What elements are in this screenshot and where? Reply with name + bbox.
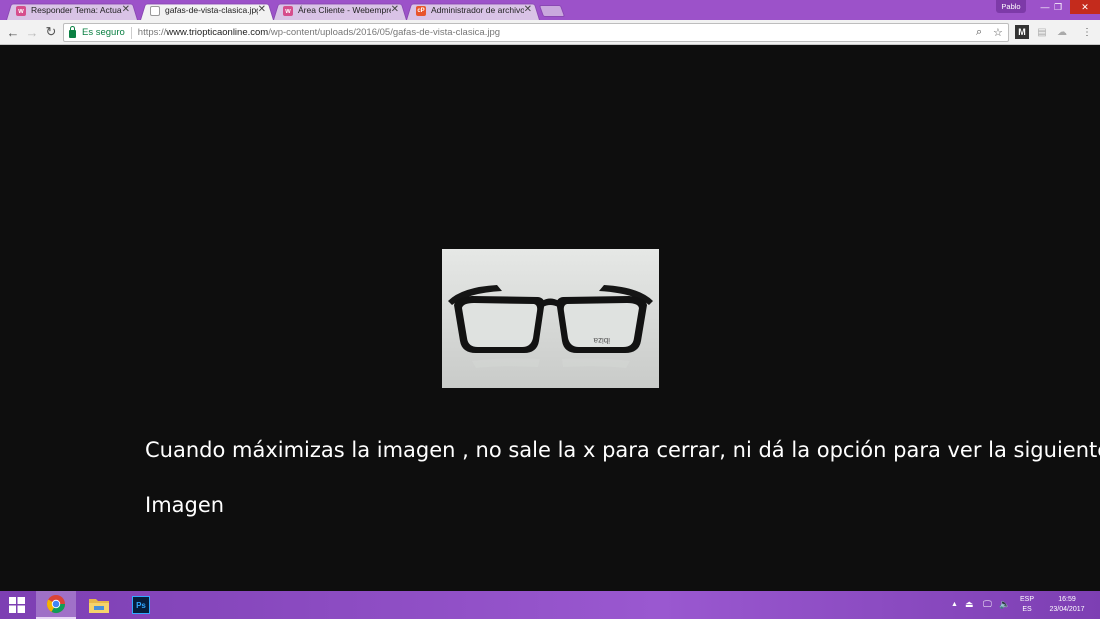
clock-date: 23/04/2017 [1049,606,1085,613]
image-viewer-page: ibiza Cuando máximizas la imagen , no sa… [0,45,1100,591]
pdf-extension-icon[interactable]: ▤ [1035,25,1049,39]
url-path: /wp-content/uploads/2016/05/gafas-de-vis… [268,27,501,38]
chrome-icon[interactable] [36,591,76,619]
language-bottom: ES [1022,606,1032,613]
close-tab-icon[interactable]: ✕ [258,4,266,15]
webempresa-favicon-icon: w [283,6,293,16]
tab-title: Área Cliente - Webempre [298,5,391,15]
close-tab-icon[interactable]: ✕ [122,4,130,15]
tab-area-cliente[interactable]: w Área Cliente - Webempre ✕ [273,2,407,20]
cpanel-favicon-icon: cP [416,6,426,16]
back-arrow-icon[interactable]: ← [5,24,21,40]
browser-toolbar: ← → ↻ Es seguro https://www.triopticaonl… [0,20,1100,45]
bookmark-star-icon[interactable]: ☆ [993,26,1003,39]
url-scheme: https:// [137,27,167,38]
tab-strip: w Responder Tema: Actuali ✕ gafas-de-vis… [0,0,1100,20]
photoshop-icon[interactable]: Ps [122,591,160,619]
tab-title: gafas-de-vista-clasica.jpg [165,5,258,15]
caption-line-2: Imagen [145,493,225,517]
volume-icon[interactable]: 🔈 [999,599,1010,610]
restore-icon[interactable]: ❐ [1046,0,1070,14]
url-host: www.triopticaonline.com [166,27,269,38]
new-tab-button[interactable] [538,5,566,17]
webempresa-favicon-icon: w [16,6,26,16]
folder-icon[interactable] [79,591,119,619]
profile-button[interactable]: Pablo [996,0,1026,13]
photoshop-label: Ps [132,596,150,614]
show-hidden-icons-icon[interactable]: ▲ [951,601,958,608]
usb-device-icon[interactable]: ⏏ [965,599,974,610]
gmail-extension-icon[interactable]: M [1015,25,1029,39]
windows-taskbar: Ps ▲ ⏏ 🖵 🔈 ESP ES 16:59 23/04/2017 [0,591,1100,619]
close-tab-icon[interactable]: ✕ [391,4,399,15]
tab-administrador-archivos[interactable]: cP Administrador de archivo ✕ [406,2,540,20]
close-window-icon[interactable]: ✕ [1070,0,1100,14]
reload-icon[interactable]: ↻ [43,24,59,40]
language-indicator[interactable]: ESP ES [1016,595,1038,615]
tab-gafas-image[interactable]: gafas-de-vista-clasica.jpg ✕ [140,2,274,20]
close-tab-icon[interactable]: ✕ [524,4,532,15]
security-label[interactable]: Es seguro [82,27,125,38]
lock-icon [69,25,76,38]
clock[interactable]: 16:59 23/04/2017 [1042,595,1092,615]
glasses-photo[interactable]: ibiza [442,249,659,388]
menu-kebab-icon[interactable]: ⋮ [1080,25,1094,39]
tab-title: Administrador de archivo [431,5,524,15]
url-text[interactable]: https://www.triopticaonline.com/wp-conte… [138,27,500,38]
forward-arrow-icon[interactable]: → [24,24,40,40]
tab-responder-tema[interactable]: w Responder Tema: Actuali ✕ [6,2,138,20]
divider [130,26,132,39]
language-top: ESP [1019,596,1034,603]
tab-title: Responder Tema: Actuali [31,5,122,15]
address-bar[interactable]: Es seguro https://www.triopticaonline.co… [63,23,1009,42]
image-favicon-icon [150,6,160,16]
cloud-extension-icon[interactable]: ☁ [1055,25,1069,39]
eyeglasses-image: ibiza [442,249,659,388]
svg-text:ibiza: ibiza [593,336,610,345]
network-icon[interactable]: 🖵 [983,599,992,610]
windows-start-icon[interactable] [0,591,34,619]
caption-line-1: Cuando máximizas la imagen , no sale la … [145,438,1100,462]
clock-time: 16:59 [1058,596,1076,603]
zoom-search-icon[interactable]: ⌕ [976,26,982,39]
